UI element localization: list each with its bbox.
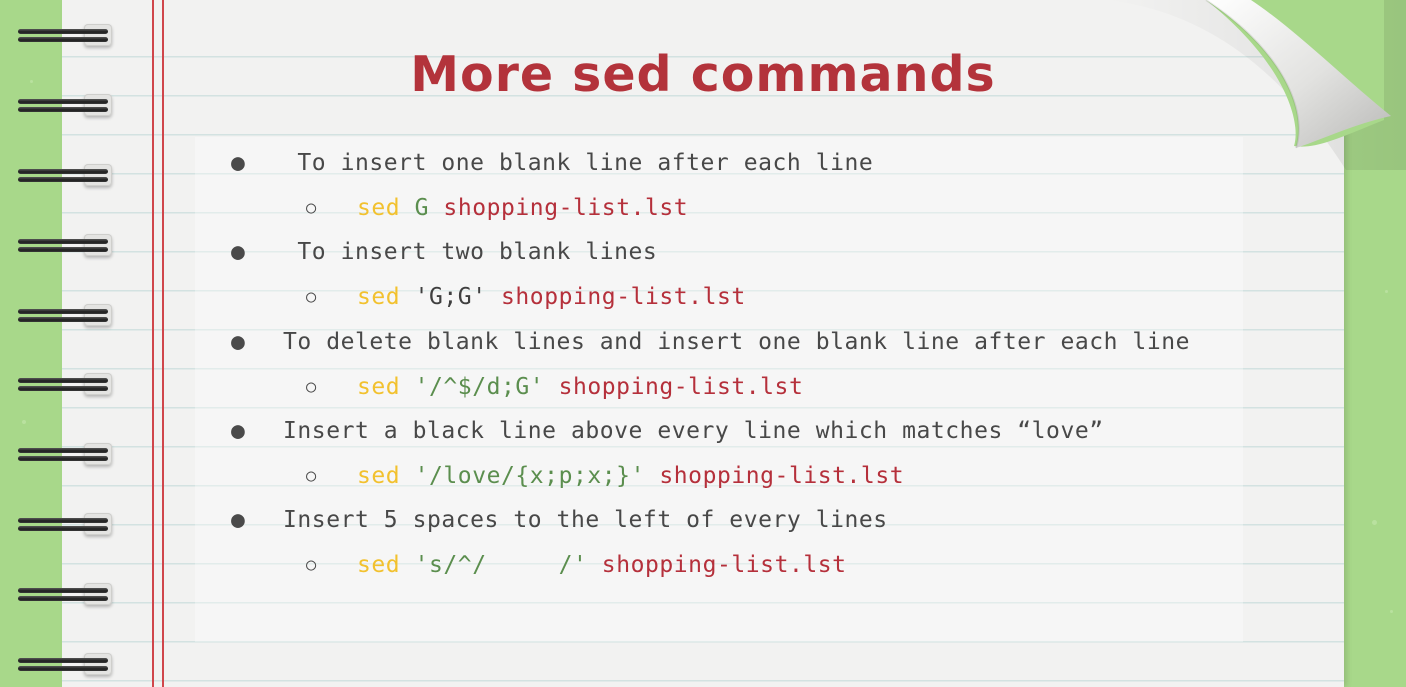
sub-bullet-icon: ○: [306, 198, 317, 218]
sub-bullet-icon: ○: [306, 287, 317, 307]
command-argument: '/^$/d;G': [414, 374, 545, 400]
sub-bullet-icon: ○: [306, 555, 317, 575]
list-item-text: To insert two blank lines: [283, 239, 658, 265]
bullet-icon: ●: [231, 239, 245, 265]
command-argument: 'G;G': [414, 284, 487, 310]
background-speckle: [1360, 120, 1364, 124]
binding-ring: [18, 304, 112, 326]
command-name: sed: [357, 552, 401, 578]
bullet-icon: ●: [231, 329, 245, 355]
command-line: sed '/love/{x;p;x;}' shopping-list.lst: [357, 461, 904, 491]
command-line: sed G shopping-list.lst: [357, 193, 688, 223]
command-argument: '/love/{x;p;x;}': [414, 463, 645, 489]
background-speckle: [22, 420, 26, 424]
command-filename: shopping-list.lst: [659, 463, 905, 489]
bullet-icon: ●: [231, 418, 245, 444]
sub-bullet-icon: ○: [306, 377, 317, 397]
command-line: sed 'G;G' shopping-list.lst: [357, 282, 746, 312]
command-filename: shopping-list.lst: [558, 374, 804, 400]
command-line: sed '/^$/d;G' shopping-list.lst: [357, 372, 803, 402]
bullet-icon: ●: [231, 507, 245, 533]
command-name: sed: [357, 374, 401, 400]
binding-ring: [18, 653, 112, 675]
list-item-text: Insert a black line above every line whi…: [283, 418, 1104, 444]
binding-ring: [18, 583, 112, 605]
sub-bullet-icon: ○: [306, 466, 317, 486]
binding-ring: [18, 24, 112, 46]
bullet-icon: ●: [231, 150, 245, 176]
background-speckle: [1390, 610, 1393, 613]
background-speckle: [1385, 290, 1388, 293]
background-speckle: [1372, 520, 1377, 525]
binding-ring: [18, 513, 112, 535]
list-item-text: To delete blank lines and insert one bla…: [283, 329, 1191, 355]
slide-title: More sed commands: [410, 46, 996, 103]
binding-ring: [18, 234, 112, 256]
command-name: sed: [357, 195, 401, 221]
command-argument: 's/^/ /': [414, 552, 588, 578]
binding-ring: [18, 373, 112, 395]
command-argument: G: [414, 195, 430, 221]
list-item-text: Insert 5 spaces to the left of every lin…: [283, 507, 888, 533]
binding-ring: [18, 164, 112, 186]
command-name: sed: [357, 284, 401, 310]
command-name: sed: [357, 463, 401, 489]
command-line: sed 's/^/ /' shopping-list.lst: [357, 550, 847, 580]
command-filename: shopping-list.lst: [443, 195, 689, 221]
command-filename: shopping-list.lst: [601, 552, 847, 578]
command-filename: shopping-list.lst: [501, 284, 746, 310]
list-item-text: To insert one blank line after each line: [283, 150, 874, 176]
background-speckle: [30, 80, 33, 83]
binding-ring: [18, 443, 112, 465]
